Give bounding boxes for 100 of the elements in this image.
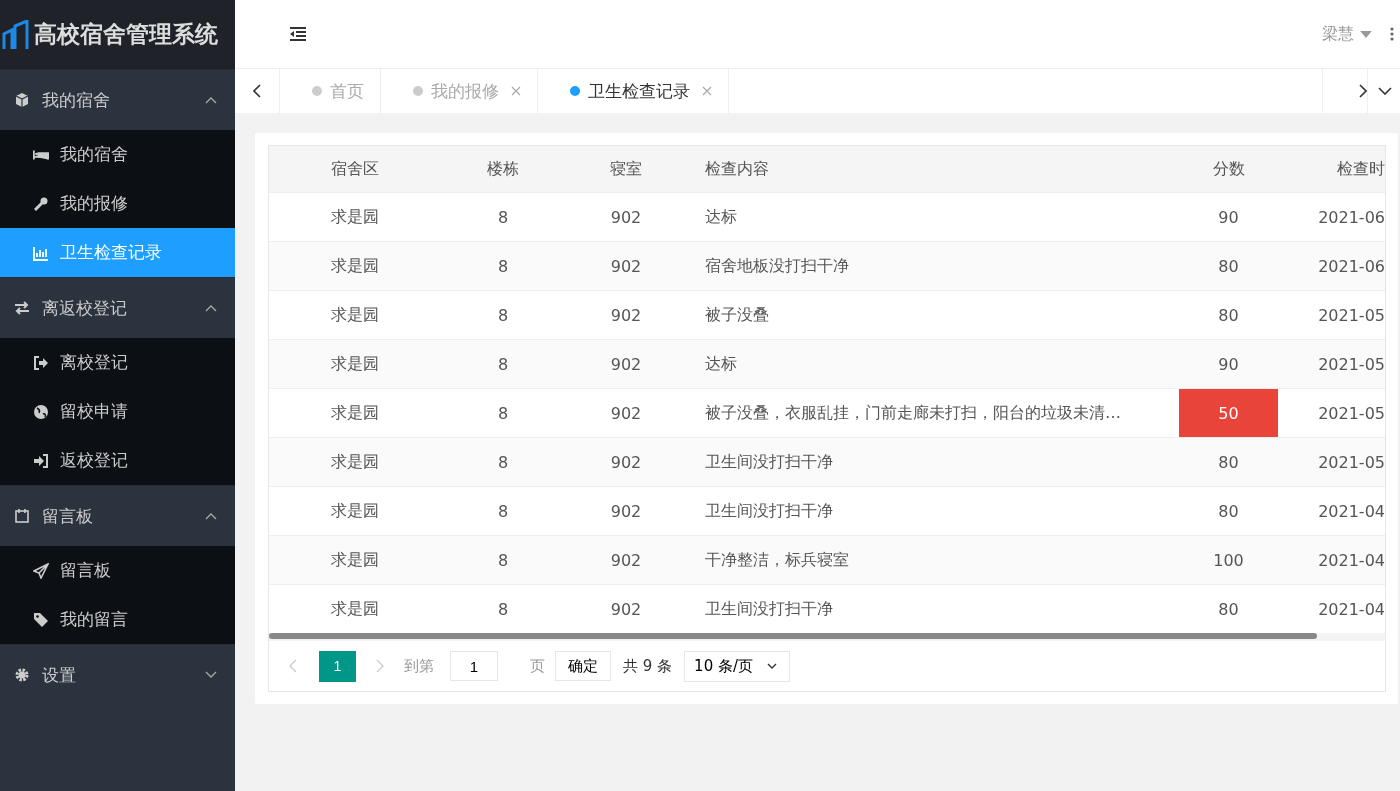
menu-item[interactable]: 留言板 [0,546,235,595]
next-page-icon[interactable] [376,659,384,673]
app-title: 高校宿舍管理系统 [34,20,218,49]
table-cell-text: 90 [1217,206,1240,229]
table-cell-text: 求是园 [330,352,380,375]
chevron-left-icon [253,84,261,98]
confirm-button[interactable]: 确定 [555,651,611,681]
swap-arrows-icon [14,300,30,316]
close-icon[interactable] [702,86,712,96]
calendar-icon [14,508,30,524]
goto-label: 到第 [404,656,434,676]
column-header: 寝室 [609,157,643,180]
table-cell-text: 902 [609,549,643,572]
table-cell-text: 8 [496,549,510,572]
table-cell-text: 902 [609,451,643,474]
table-cell-text: 2021-05 [1317,402,1385,425]
table-cell-text: 求是园 [330,205,380,228]
menu-item[interactable]: 留校申请 [0,387,235,436]
globe-icon [33,403,49,420]
table-cell-text: 8 [496,353,510,376]
previous-page-icon[interactable] [289,659,297,673]
column-header: 楼栋 [486,157,520,180]
table-cell-text: 求是园 [330,450,380,473]
table-cell-text: 100 [1212,549,1245,572]
table-cell-text: 卫生间没打扫干净 [704,450,834,473]
table-cell-text: 80 [1217,255,1240,278]
table-cell-text: 902 [609,500,643,523]
page-suffix: 页 [530,656,545,676]
table-cell-text: 8 [496,500,510,523]
table-cell-text: 求是园 [330,254,380,277]
table-cell-text: 2021-05 [1317,353,1385,376]
bar-chart-icon [33,244,49,261]
table-cell-text: 2021-04 [1317,598,1385,621]
page-size-select[interactable]: 10 条/页 [684,650,790,682]
table-cell-text: 90 [1217,353,1240,376]
table-cell-text: 8 [496,451,510,474]
table-cell-text: 求是园 [330,548,380,571]
column-header: 宿舍区 [330,157,380,180]
total-count: 共 9 条 [623,656,673,676]
menu-item[interactable]: 我的宿舍 [0,130,235,179]
table-cell-text: 80 [1217,598,1240,621]
table-cell-text: 求是园 [330,303,380,326]
page-number-button[interactable]: 1 [319,650,356,682]
chevron-icon [205,96,217,104]
score-cell-highlighted: 50 [1179,389,1278,437]
page-tab[interactable]: 卫生检查记录 [538,69,729,113]
enter-icon [33,452,49,469]
caret-icon [1360,30,1372,38]
chevron-down-icon [767,663,777,669]
table-cell-text: 被子没叠 [704,303,770,326]
table-cell-text: 卫生间没打扫干净 [704,597,834,620]
more-icon[interactable] [1390,27,1394,41]
table-cell-text: 8 [496,598,510,621]
menu-item[interactable]: 我的留言 [0,595,235,644]
table-cell-text: 8 [496,402,510,425]
chevron-right-icon [1359,84,1367,98]
horizontal-scrollbar[interactable] [269,633,1385,641]
menu-item[interactable]: 离校登记 [0,338,235,387]
table-cell-text: 2021-06 [1317,206,1385,229]
page-input[interactable]: 1 [450,651,498,681]
table-cell-text: 干净整洁，标兵寝室 [704,548,850,571]
table-cell-text: 902 [609,206,643,229]
table-cell-text: 902 [609,402,643,425]
table-cell-text: 被子没叠，衣服乱挂，门前走廊未打扫，阳台的垃圾未清… [704,401,1122,424]
table-cell-text: 80 [1217,451,1240,474]
status-dot-icon [413,86,423,96]
table-cell-text: 902 [609,255,643,278]
table-cell-text: 902 [609,353,643,376]
paper-plane-icon [33,562,49,579]
column-header: 分数 [1211,157,1246,180]
table-cell-text: 2021-05 [1317,451,1385,474]
table-cell-text: 2021-05 [1317,304,1385,327]
chevron-icon [205,671,217,679]
menu-item[interactable]: 我的报修 [0,179,235,228]
table-cell-text: 902 [609,304,643,327]
table-cell-text: 2021-04 [1317,549,1385,572]
table-cell-text: 8 [496,255,510,278]
column-header: 检查时 [1336,157,1385,180]
table-cell-text: 80 [1217,304,1240,327]
table-cell-text: 902 [609,598,643,621]
column-header: 检查内容 [704,157,770,180]
chevron-icon [205,304,217,312]
table-cell-text: 2021-04 [1317,500,1385,523]
table-cell-text: 达标 [704,205,738,228]
table-cell-text: 80 [1217,500,1240,523]
chevron-icon [205,512,217,520]
cube-icon [14,92,30,108]
table-cell-text: 8 [496,206,510,229]
table-cell-text: 达标 [704,352,738,375]
menu-icon[interactable] [289,27,307,41]
building-logo-icon [2,19,30,50]
table-cell-text: 求是园 [330,499,380,522]
close-icon[interactable] [511,86,521,96]
settings-icon [14,667,30,683]
table-cell-text: 求是园 [330,597,380,620]
table-cell-text: 8 [496,304,510,327]
table-cell-text: 2021-06 [1317,255,1385,278]
exit-icon [33,354,49,371]
status-dot-icon [312,86,322,96]
menu-item[interactable]: 返校登记 [0,436,235,485]
